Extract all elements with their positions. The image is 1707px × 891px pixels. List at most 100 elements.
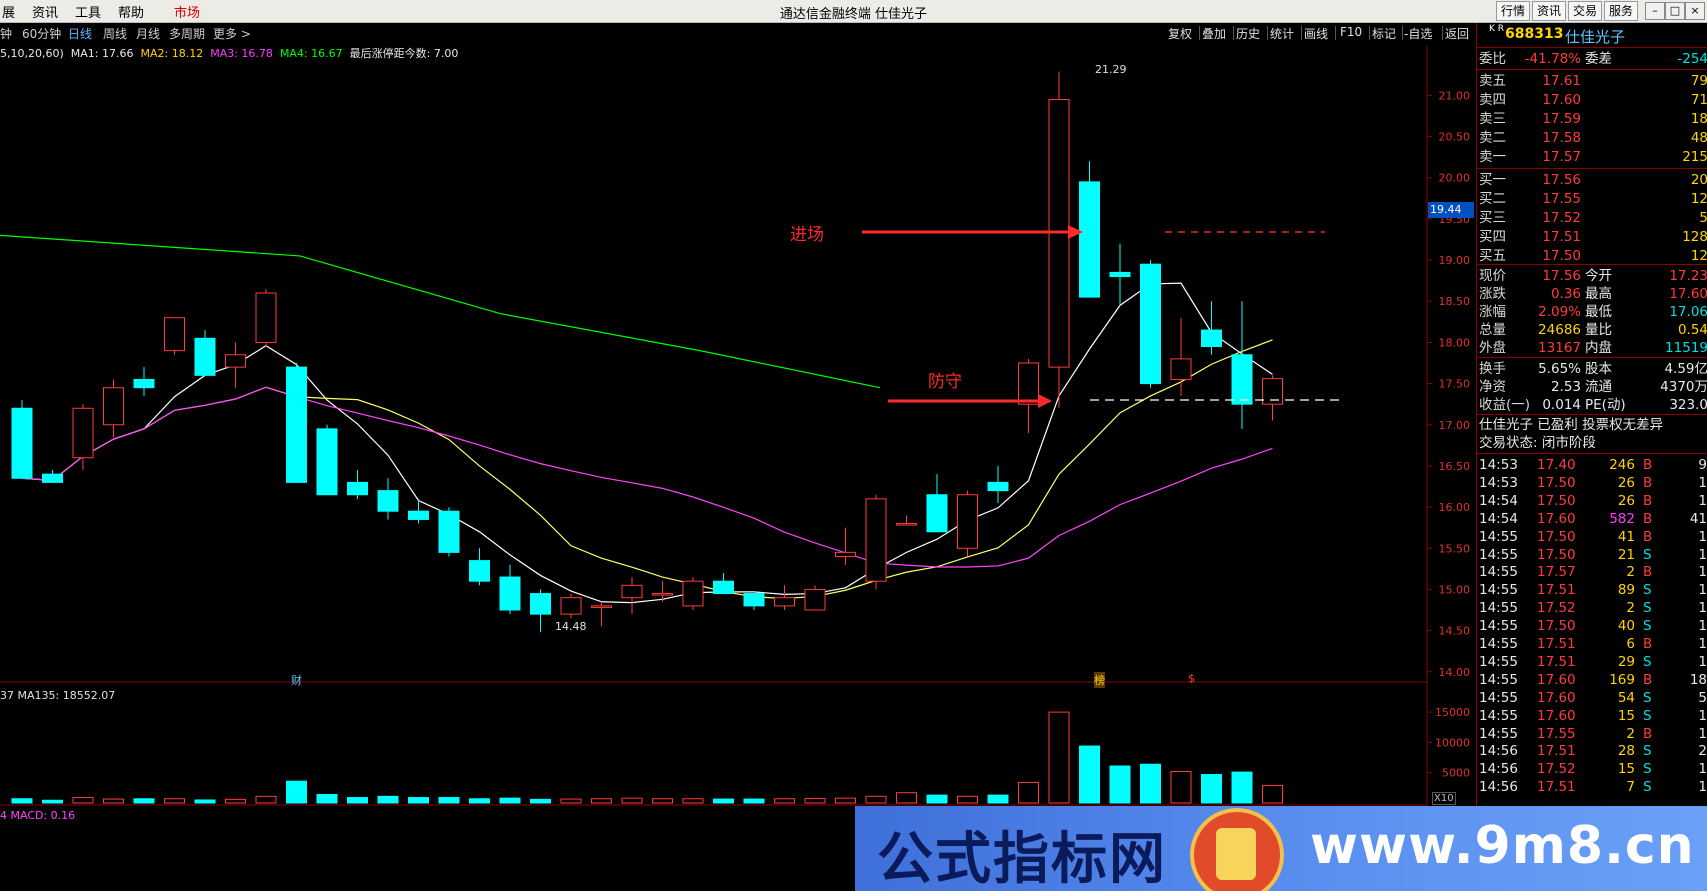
volume-bar — [469, 798, 490, 804]
volume-bar — [103, 798, 124, 804]
volume-bar — [11, 798, 33, 804]
dragon-tiger-marker[interactable]: 榜 — [1094, 672, 1105, 688]
y-tick-label: 14.00 — [1439, 666, 1471, 679]
volume-bar — [316, 794, 338, 804]
volume-bar — [682, 798, 704, 804]
ask-price: 17.57 — [1542, 149, 1581, 165]
tick-time: 14:53 — [1479, 474, 1518, 491]
tick-time: 14:56 — [1479, 779, 1518, 796]
tick-volume: 54 — [1617, 689, 1635, 706]
tick-row: 14:53 17.40 246 B 9 — [1477, 456, 1707, 474]
ask-label: 卖二 — [1479, 130, 1506, 146]
stat-label: 总量 — [1479, 322, 1506, 338]
bid-price: 17.50 — [1542, 248, 1581, 264]
stat-row: 外盘 13167 内盘 11519 — [1477, 339, 1707, 357]
ask-price: 17.61 — [1542, 73, 1581, 89]
volume-bar — [743, 798, 765, 804]
tick-side: B — [1643, 510, 1653, 527]
tick-count: 1 — [1698, 779, 1707, 796]
tick-side: B — [1643, 671, 1653, 688]
stock-info-line: 仕佳光子 已盈利 投票权无差异 — [1479, 417, 1664, 433]
stock-code[interactable]: 688313 — [1505, 26, 1563, 42]
tick-count: 1 — [1698, 582, 1707, 599]
divider — [1477, 168, 1707, 169]
candle-body — [987, 481, 1009, 492]
candle-body — [469, 560, 490, 582]
top-button-news[interactable]: 资讯 — [1532, 1, 1567, 21]
tick-row: 14:55 17.52 2 S 1 — [1477, 599, 1707, 617]
tick-side: B — [1643, 636, 1653, 652]
tick-time: 14:55 — [1479, 582, 1518, 599]
tick-price: 17.60 — [1537, 671, 1576, 688]
volume-bar — [1170, 770, 1192, 804]
candle-body — [1140, 263, 1161, 385]
volume-tick-label: 15000 — [1435, 706, 1470, 719]
tick-row: 14:54 17.60 582 B 41 — [1477, 510, 1707, 528]
tick-row: 14:55 17.60 54 S 5 — [1477, 689, 1707, 707]
candle-body — [591, 605, 612, 608]
top-button-quotes[interactable]: 行情 — [1496, 1, 1531, 21]
stat-row: 涨跌 0.36 最高 17.60 — [1477, 285, 1707, 303]
stock-name[interactable]: 仕佳光子 — [1565, 26, 1625, 47]
stat-row: 换手 5.65% 股本 4.59亿 — [1477, 360, 1707, 378]
ask-row: 卖三 17.59 18 — [1477, 110, 1707, 128]
cursor-price-tag: 19.44 — [1428, 202, 1474, 218]
volume-bar — [347, 797, 368, 804]
tick-time: 14:55 — [1479, 618, 1518, 635]
minimize-icon[interactable]: – — [1645, 2, 1665, 20]
stat-value: 2.53 — [1550, 379, 1581, 395]
volume-bar — [1262, 784, 1283, 804]
tick-side: S — [1643, 689, 1652, 706]
volume-bar — [621, 797, 643, 804]
maximize-icon[interactable]: □ — [1665, 2, 1685, 20]
stat-value: 24686 — [1538, 322, 1581, 338]
banner-url: www.9m8.cn — [1310, 816, 1695, 876]
candle-body — [1109, 271, 1131, 278]
defend-annotation: 防守 — [928, 372, 962, 392]
divider — [1477, 47, 1707, 48]
candle-body — [530, 593, 551, 615]
stat-value: 17.56 — [1542, 268, 1581, 284]
y-tick-label: 20.00 — [1439, 172, 1471, 185]
candle-body — [133, 378, 155, 389]
tick-row: 14:55 17.50 21 S 1 — [1477, 546, 1707, 564]
ask-row: 卖一 17.57 215 — [1477, 148, 1707, 166]
candle-body — [377, 490, 399, 512]
tick-price: 17.51 — [1537, 582, 1576, 599]
candle-body — [774, 597, 795, 607]
ask-volume: 71 — [1690, 92, 1707, 108]
bid-price: 17.52 — [1542, 210, 1581, 226]
bid-label: 买三 — [1479, 210, 1506, 226]
top-button-service[interactable]: 服务 — [1604, 1, 1639, 21]
volume-bar — [1079, 745, 1100, 804]
top-button-trade[interactable]: 交易 — [1568, 1, 1603, 21]
kline-chart[interactable]: 21.0020.5020.0019.5019.0018.5018.0017.50… — [0, 0, 1475, 891]
weicha-label: 委差 — [1585, 51, 1612, 67]
stat-row: 净资 2.53 流通 4370万 — [1477, 378, 1707, 396]
tick-price: 17.50 — [1537, 546, 1576, 563]
tick-time: 14:55 — [1479, 600, 1518, 617]
candle-body — [560, 597, 582, 615]
tick-row: 14:55 17.55 2 B 1 — [1477, 725, 1707, 743]
dollar-marker[interactable]: $ — [1188, 672, 1195, 685]
tick-price: 17.50 — [1537, 618, 1576, 635]
ask-volume: 79 — [1690, 73, 1707, 89]
trade-status-line: 交易状态: 闭市阶段 — [1479, 435, 1596, 451]
bid-label: 买一 — [1479, 172, 1506, 188]
volume-bar — [1201, 774, 1222, 804]
candle-body — [682, 580, 704, 607]
tick-volume: 15 — [1617, 761, 1635, 778]
stat-value: 5.65% — [1538, 361, 1581, 377]
watermark-banner: 公式指标网 www.9m8.cn — [855, 806, 1707, 891]
candle-body — [804, 588, 826, 611]
bid-row: 买四 17.51 128 — [1477, 228, 1707, 246]
close-icon[interactable]: × — [1685, 2, 1705, 20]
finance-marker[interactable]: 财 — [291, 672, 302, 688]
tick-row: 14:55 17.50 41 B 1 — [1477, 528, 1707, 546]
tick-volume: 41 — [1617, 528, 1635, 545]
tick-side: B — [1643, 528, 1653, 545]
volume-bar — [652, 798, 673, 804]
stat-row: 总量 24686 量比 0.54 — [1477, 321, 1707, 339]
webi-value: -41.78% — [1524, 51, 1581, 67]
ask-volume: 18 — [1690, 111, 1707, 127]
